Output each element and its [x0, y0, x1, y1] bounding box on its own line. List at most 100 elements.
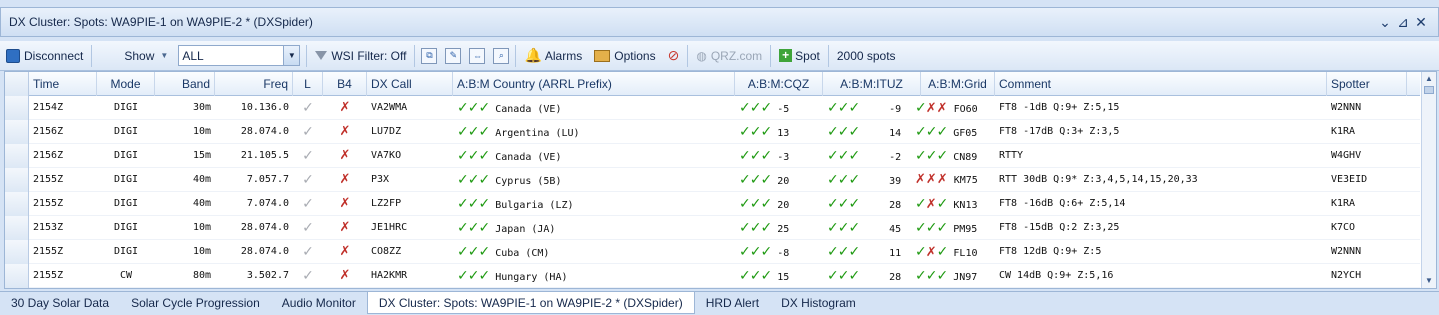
pin-icon[interactable]: ⊿ [1396, 14, 1410, 31]
table-row[interactable]: 2153Z DIGI 10m 28.074.0 ✓ ✗ JE1HRC ✓✓✓ Japan (J… [5, 216, 1420, 240]
gray-check-icon: ✓ [302, 148, 314, 164]
column-header-mode[interactable]: Mode [97, 72, 155, 96]
column-header-country[interactable]: A:B:M Country (ARRL Prefix) [453, 72, 735, 96]
cell-b4: ✗ [323, 216, 367, 240]
grid-text: FO60 [953, 104, 978, 115]
scroll-up-icon[interactable]: ▲ [1422, 72, 1436, 86]
wsi-filter-button[interactable]: WSI Filter: Off [309, 43, 412, 69]
ituz-text: -9 [889, 104, 902, 115]
table-row[interactable]: 2155Z DIGI 40m 7.074.0 ✓ ✗ LZ2FP ✓✓✓ Bulgaria (… [5, 192, 1420, 216]
tab-solar-cycle-progression[interactable]: Solar Cycle Progression [120, 292, 271, 314]
find-icon[interactable]: ⌕ [493, 47, 510, 64]
edit-icon[interactable]: ✎ [445, 47, 462, 64]
scroll-down-icon[interactable]: ▼ [1422, 274, 1436, 288]
cell-cqz: ✓✓✓ 20 [735, 168, 823, 192]
check-icon: ✓ [848, 124, 860, 140]
check-icon: ✓ [467, 220, 480, 236]
table-row[interactable]: 2156Z DIGI 15m 21.105.5 ✓ ✗ VA7KO ✓✓✓ Canada (V… [5, 144, 1420, 168]
clear-icon[interactable]: ⊘ [668, 47, 680, 64]
copy-icon[interactable]: ⧉ [421, 47, 438, 64]
column-header-l[interactable]: L [293, 72, 323, 96]
check-icon: ✓ [837, 172, 850, 188]
row-selector[interactable] [5, 120, 29, 144]
gray-check-icon: ✓ [302, 220, 314, 236]
country-text: Cuba (CM) [495, 248, 550, 259]
tab-30-day-solar-data[interactable]: 30 Day Solar Data [0, 292, 120, 314]
cell-time: 2155Z [33, 246, 64, 257]
country-text: Argentina (LU) [495, 128, 580, 139]
swap-icon[interactable]: ⇔ [469, 47, 486, 64]
country-text: Japan (JA) [495, 224, 556, 235]
table-row[interactable]: 2155Z DIGI 40m 7.057.7 ✓ ✗ P3X ✓✓✓ Cyprus (5B) ✓… [5, 168, 1420, 192]
cell-freq: 10.136.0 [240, 102, 289, 113]
check-icon: ✓ [467, 196, 480, 212]
gray-check-icon: ✓ [302, 196, 314, 212]
cell-b4: ✗ [323, 240, 367, 264]
row-selector[interactable] [5, 168, 29, 192]
chevron-down-icon[interactable]: ⌄ [1378, 14, 1392, 31]
column-header-ituz[interactable]: A:B:M:ITUZ [823, 72, 921, 96]
tab-audio-monitor[interactable]: Audio Monitor [271, 292, 367, 314]
bell-icon: 🔔 [524, 47, 542, 63]
column-header-call[interactable]: DX Call [367, 72, 453, 96]
alarms-button[interactable]: 🔔 Alarms [518, 43, 588, 69]
column-header-spotter[interactable]: Spotter [1327, 72, 1407, 96]
table-row[interactable]: 2155Z CW 80m 3.502.7 ✓ ✗ HA2KMR ✓✓✓ Hungary (HA… [5, 264, 1420, 288]
cell-ituz: ✓✓✓ 45 [823, 216, 921, 240]
row-selector[interactable] [5, 240, 29, 264]
spots-grid: Time Mode Band Freq L B4 DX Call A:B:M Country … [4, 71, 1437, 289]
cell-freq: 21.105.5 [240, 150, 289, 161]
cell-dx-call: P3X [371, 174, 390, 185]
tab-dx-histogram[interactable]: DX Histogram [770, 292, 867, 314]
tab-dx-cluster-spots-wa9pie-1-on-wa9pie-2-dxspider[interactable]: DX Cluster: Spots: WA9PIE-1 on WA9PIE-2 … [366, 292, 695, 314]
table-row[interactable]: 2156Z DIGI 10m 28.074.0 ✓ ✗ LU7DZ ✓✓✓ Argentina… [5, 120, 1420, 144]
check-icon: ✓ [467, 148, 480, 164]
disconnect-button[interactable]: Disconnect [0, 43, 89, 69]
column-header-cqz[interactable]: A:B:M:CQZ [735, 72, 823, 96]
cell-country: ✓✓✓ Canada (VE) [453, 144, 735, 168]
scroll-thumb[interactable] [1424, 86, 1434, 94]
column-header-time[interactable]: Time [29, 72, 97, 96]
check-icon: ✓ [837, 220, 850, 236]
column-header-b4[interactable]: B4 [323, 72, 367, 96]
row-selector[interactable] [5, 264, 29, 288]
close-icon[interactable]: ✕ [1414, 14, 1428, 31]
options-icon [594, 49, 611, 62]
vertical-scrollbar[interactable]: ▲ ▼ [1421, 72, 1436, 288]
chevron-down-icon[interactable]: ▼ [283, 46, 300, 65]
check-icon: ✓ [478, 220, 490, 236]
row-selector[interactable] [5, 216, 29, 240]
column-header-freq[interactable]: Freq [215, 72, 293, 96]
row-selector[interactable] [5, 192, 29, 216]
row-selector[interactable] [5, 144, 29, 168]
show-dropdown-button[interactable]: Show ▼ [94, 43, 174, 69]
disconnect-label: Disconnect [24, 48, 84, 63]
toolbar-separator [827, 44, 829, 67]
cell-mode: DIGI [113, 174, 139, 185]
column-header-grid[interactable]: A:B:M:Grid [921, 72, 995, 96]
tab-hrd-alert[interactable]: HRD Alert [695, 292, 770, 314]
table-row[interactable]: 2154Z DIGI 30m 10.136.0 ✓ ✗ VA2WMA ✓✓✓ Canada (… [5, 96, 1420, 120]
grid-text: KN13 [953, 200, 978, 211]
cell-band: 40m [192, 198, 211, 209]
spot-button[interactable]: + Spot [773, 43, 826, 69]
column-header-band[interactable]: Band [155, 72, 215, 96]
cell-cqz: ✓✓✓ 25 [735, 216, 823, 240]
cell-time: 2155Z [33, 174, 64, 185]
column-header-comment[interactable]: Comment [995, 72, 1327, 96]
grid-text: KM75 [953, 175, 978, 186]
table-row[interactable]: 2155Z DIGI 10m 28.074.0 ✓ ✗ CO8ZZ ✓✓✓ Cuba (CM)… [5, 240, 1420, 264]
window-controls: ⌄ ⊿ ✕ [1378, 14, 1438, 31]
bottom-tabs: 30 Day Solar Data Solar Cycle Progression… [0, 291, 1439, 315]
cell-dx-call: VA2WMA [371, 102, 408, 113]
check-icon: ✓ [837, 196, 850, 212]
cqz-text: -8 [777, 248, 790, 259]
options-button[interactable]: Options [588, 43, 661, 69]
show-filter-combo[interactable]: ALL ▼ [178, 45, 301, 66]
header-selector [5, 72, 29, 96]
show-filter-value[interactable]: ALL [179, 49, 283, 63]
row-selector[interactable] [5, 96, 29, 120]
cell-mode: DIGI [113, 198, 139, 209]
cross-icon: ✗ [339, 220, 351, 235]
qrz-button[interactable]: ◍ QRZ.com [690, 43, 768, 69]
